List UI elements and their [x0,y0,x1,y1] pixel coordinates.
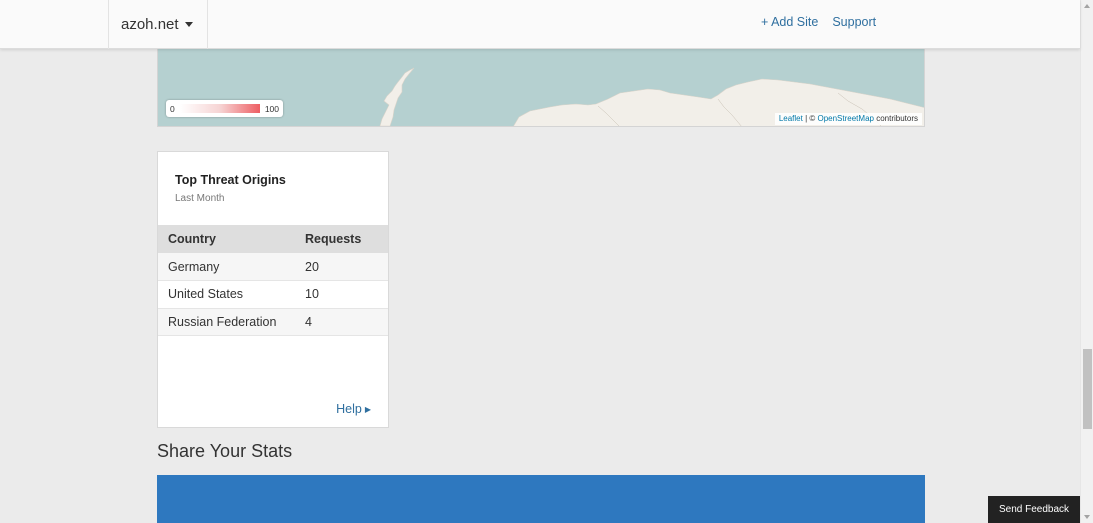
cell-country: United States [158,280,295,309]
legend-max: 100 [264,103,279,114]
support-link[interactable]: Support [832,15,876,29]
column-header-country: Country [158,225,295,253]
legend-gradient [179,104,260,113]
cell-requests: 20 [295,253,388,281]
top-threat-origins-card: Top Threat Origins Last Month Country Re… [157,151,389,428]
scroll-down-arrow-icon[interactable] [1084,515,1090,519]
table-row: Russian Federation 4 [158,308,388,336]
site-name: azoh.net [121,16,179,33]
threat-map[interactable]: 0 100 Leaflet | © OpenStreetMap contribu… [157,49,925,127]
threat-origins-table: Country Requests Germany 20 United State… [158,225,388,336]
legend-min: 0 [170,103,175,114]
attribution-suffix: contributors [873,114,918,123]
header-links: + Add Site Support [761,15,876,29]
vertical-scrollbar[interactable] [1080,0,1093,523]
help-label: Help [336,402,362,416]
column-header-requests: Requests [295,225,388,253]
top-navbar: azoh.net + Add Site Support [0,0,1080,49]
openstreetmap-link[interactable]: OpenStreetMap [817,114,873,123]
cell-requests: 4 [295,308,388,336]
help-link[interactable]: Help ▶ [336,402,371,416]
cell-country: Russian Federation [158,308,295,336]
attribution-separator: | © [802,114,818,123]
share-stats-banner [157,475,925,523]
add-site-link[interactable]: + Add Site [761,15,818,29]
scroll-thumb[interactable] [1083,349,1092,429]
table-header-row: Country Requests [158,225,388,253]
card-subtitle: Last Month [175,193,225,204]
share-stats-heading: Share Your Stats [157,441,293,461]
table-row: Germany 20 [158,253,388,281]
leaflet-link[interactable]: Leaflet [779,114,803,123]
chevron-right-icon: ▶ [364,405,371,414]
map-attribution: Leaflet | © OpenStreetMap contributors [774,113,922,125]
caret-down-icon [184,22,193,27]
scroll-up-arrow-icon[interactable] [1084,4,1090,8]
cell-country: Germany [158,253,295,281]
cell-requests: 10 [295,280,388,309]
card-title: Top Threat Origins [175,173,286,187]
map-legend: 0 100 [166,100,283,117]
table-row: United States 10 [158,280,388,309]
site-switcher-dropdown[interactable]: azoh.net [108,0,208,49]
send-feedback-button[interactable]: Send Feedback [988,496,1080,523]
island-land [379,67,415,126]
page: azoh.net + Add Site Support 0 100 Leafle… [0,0,1093,523]
